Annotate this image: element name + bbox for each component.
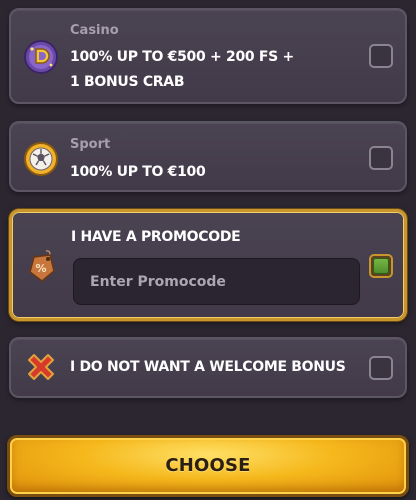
promocode-input[interactable] — [73, 258, 360, 305]
casino-offer-line-1: 100% UP TO €500 + 200 FS + — [70, 49, 294, 65]
no-bonus-option[interactable]: I DO NOT WANT A WELCOME BONUS — [9, 337, 407, 398]
no-bonus-title: I DO NOT WANT A WELCOME BONUS — [70, 359, 346, 375]
casino-offer-line-2: 1 BONUS CRAB — [70, 74, 185, 90]
choose-button-label: CHOOSE — [165, 455, 251, 476]
promocode-option[interactable]: % I HAVE A PROMOCODE — [9, 209, 407, 321]
promocode-title: I HAVE A PROMOCODE — [71, 229, 241, 245]
casino-coin-icon — [23, 39, 59, 75]
choose-button[interactable]: CHOOSE — [7, 435, 409, 497]
soccer-ball-icon — [23, 141, 59, 177]
no-bonus-checkbox[interactable] — [369, 356, 393, 380]
sport-offer-text: 100% UP TO €100 — [70, 164, 206, 180]
percent-tag-icon: % — [24, 248, 60, 284]
sport-category-label: Sport — [70, 137, 111, 152]
sport-checkbox[interactable] — [369, 146, 393, 170]
checked-indicator — [373, 258, 389, 274]
casino-bonus-option[interactable]: Casino 100% UP TO €500 + 200 FS + 1 BONU… — [9, 8, 407, 104]
promocode-checkbox[interactable] — [369, 254, 393, 278]
casino-category-label: Casino — [70, 23, 119, 38]
sport-bonus-option[interactable]: Sport 100% UP TO €100 — [9, 121, 407, 192]
red-x-icon — [23, 351, 59, 387]
casino-checkbox[interactable] — [369, 44, 393, 68]
svg-text:%: % — [35, 262, 46, 275]
casino-offer-text: 100% UP TO €500 + 200 FS + 1 BONUS CRAB — [70, 45, 350, 95]
